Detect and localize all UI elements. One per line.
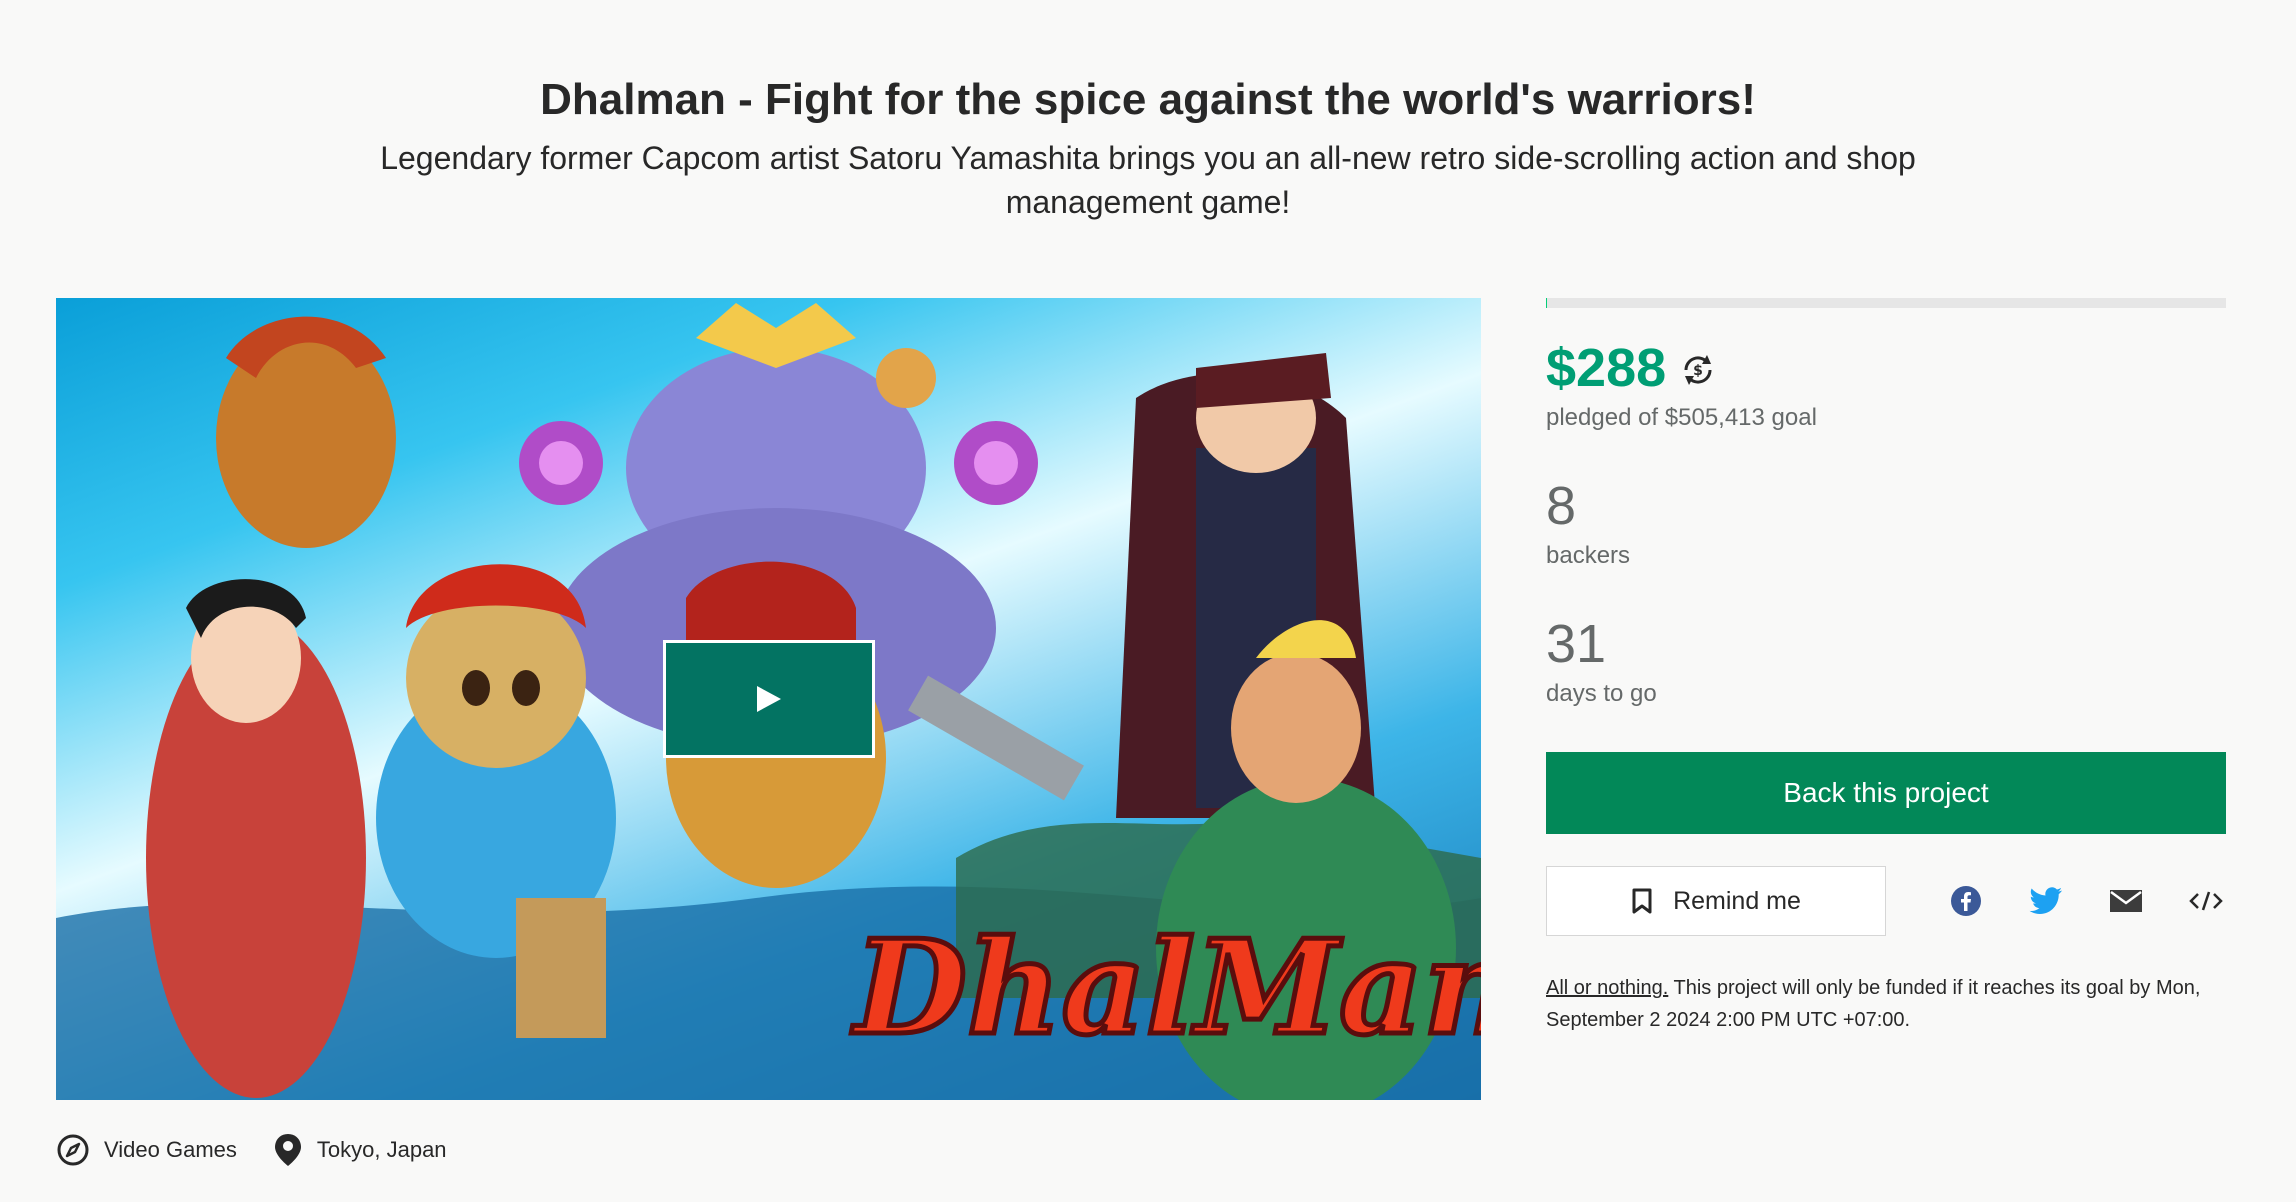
play-video-button[interactable] [663, 640, 875, 758]
game-logo: DhalMan [850, 911, 1481, 1064]
remind-me-label: Remind me [1673, 886, 1801, 915]
all-or-nothing-link[interactable]: All or nothing. [1546, 977, 1668, 999]
location-tag[interactable]: Tokyo, Japan [273, 1132, 447, 1168]
backers-count: 8 [1546, 476, 1577, 536]
compass-icon [57, 1134, 89, 1166]
project-title: Dhalman - Fight for the spice against th… [540, 75, 1756, 124]
project-header: Dhalman - Fight for the spice against th… [0, 70, 2296, 224]
pledged-amount: $288 [1546, 338, 1667, 398]
category-tag[interactable]: Video Games [56, 1133, 237, 1167]
location-label: Tokyo, Japan [316, 1137, 447, 1162]
remind-me-button[interactable]: Remind me [1546, 866, 1886, 936]
days-remaining: 31 [1546, 614, 1607, 674]
share-links [1946, 881, 2226, 921]
bookmark-icon [1632, 888, 1652, 914]
email-icon[interactable] [2106, 881, 2146, 921]
embed-code-icon[interactable] [2186, 881, 2226, 921]
category-label: Video Games [104, 1137, 237, 1162]
svg-text:$: $ [1693, 363, 1703, 379]
facebook-icon[interactable] [1946, 881, 1986, 921]
funding-terms: All or nothing. This project will only b… [1546, 972, 2236, 1036]
project-blurb: Legendary former Capcom artist Satoru Ya… [380, 140, 1916, 220]
project-tags: Video Games Tokyo, Japan [56, 1132, 483, 1168]
location-pin-icon [274, 1134, 301, 1166]
funding-progress-bar [1546, 298, 2226, 308]
funding-panel: $288 $ pledged of $505,413 goal 8 backer… [1546, 298, 2226, 1036]
backers-label: backers [1546, 542, 1631, 569]
pledged-goal-label: pledged of $505,413 goal [1546, 404, 1817, 431]
play-icon [757, 686, 781, 712]
twitter-icon[interactable] [2026, 881, 2066, 921]
project-video[interactable]: DhalMan [56, 298, 1481, 1100]
days-label: days to go [1546, 680, 1657, 707]
currency-conversion-icon[interactable]: $ [1680, 352, 1716, 388]
back-project-button[interactable]: Back this project [1546, 752, 2226, 834]
